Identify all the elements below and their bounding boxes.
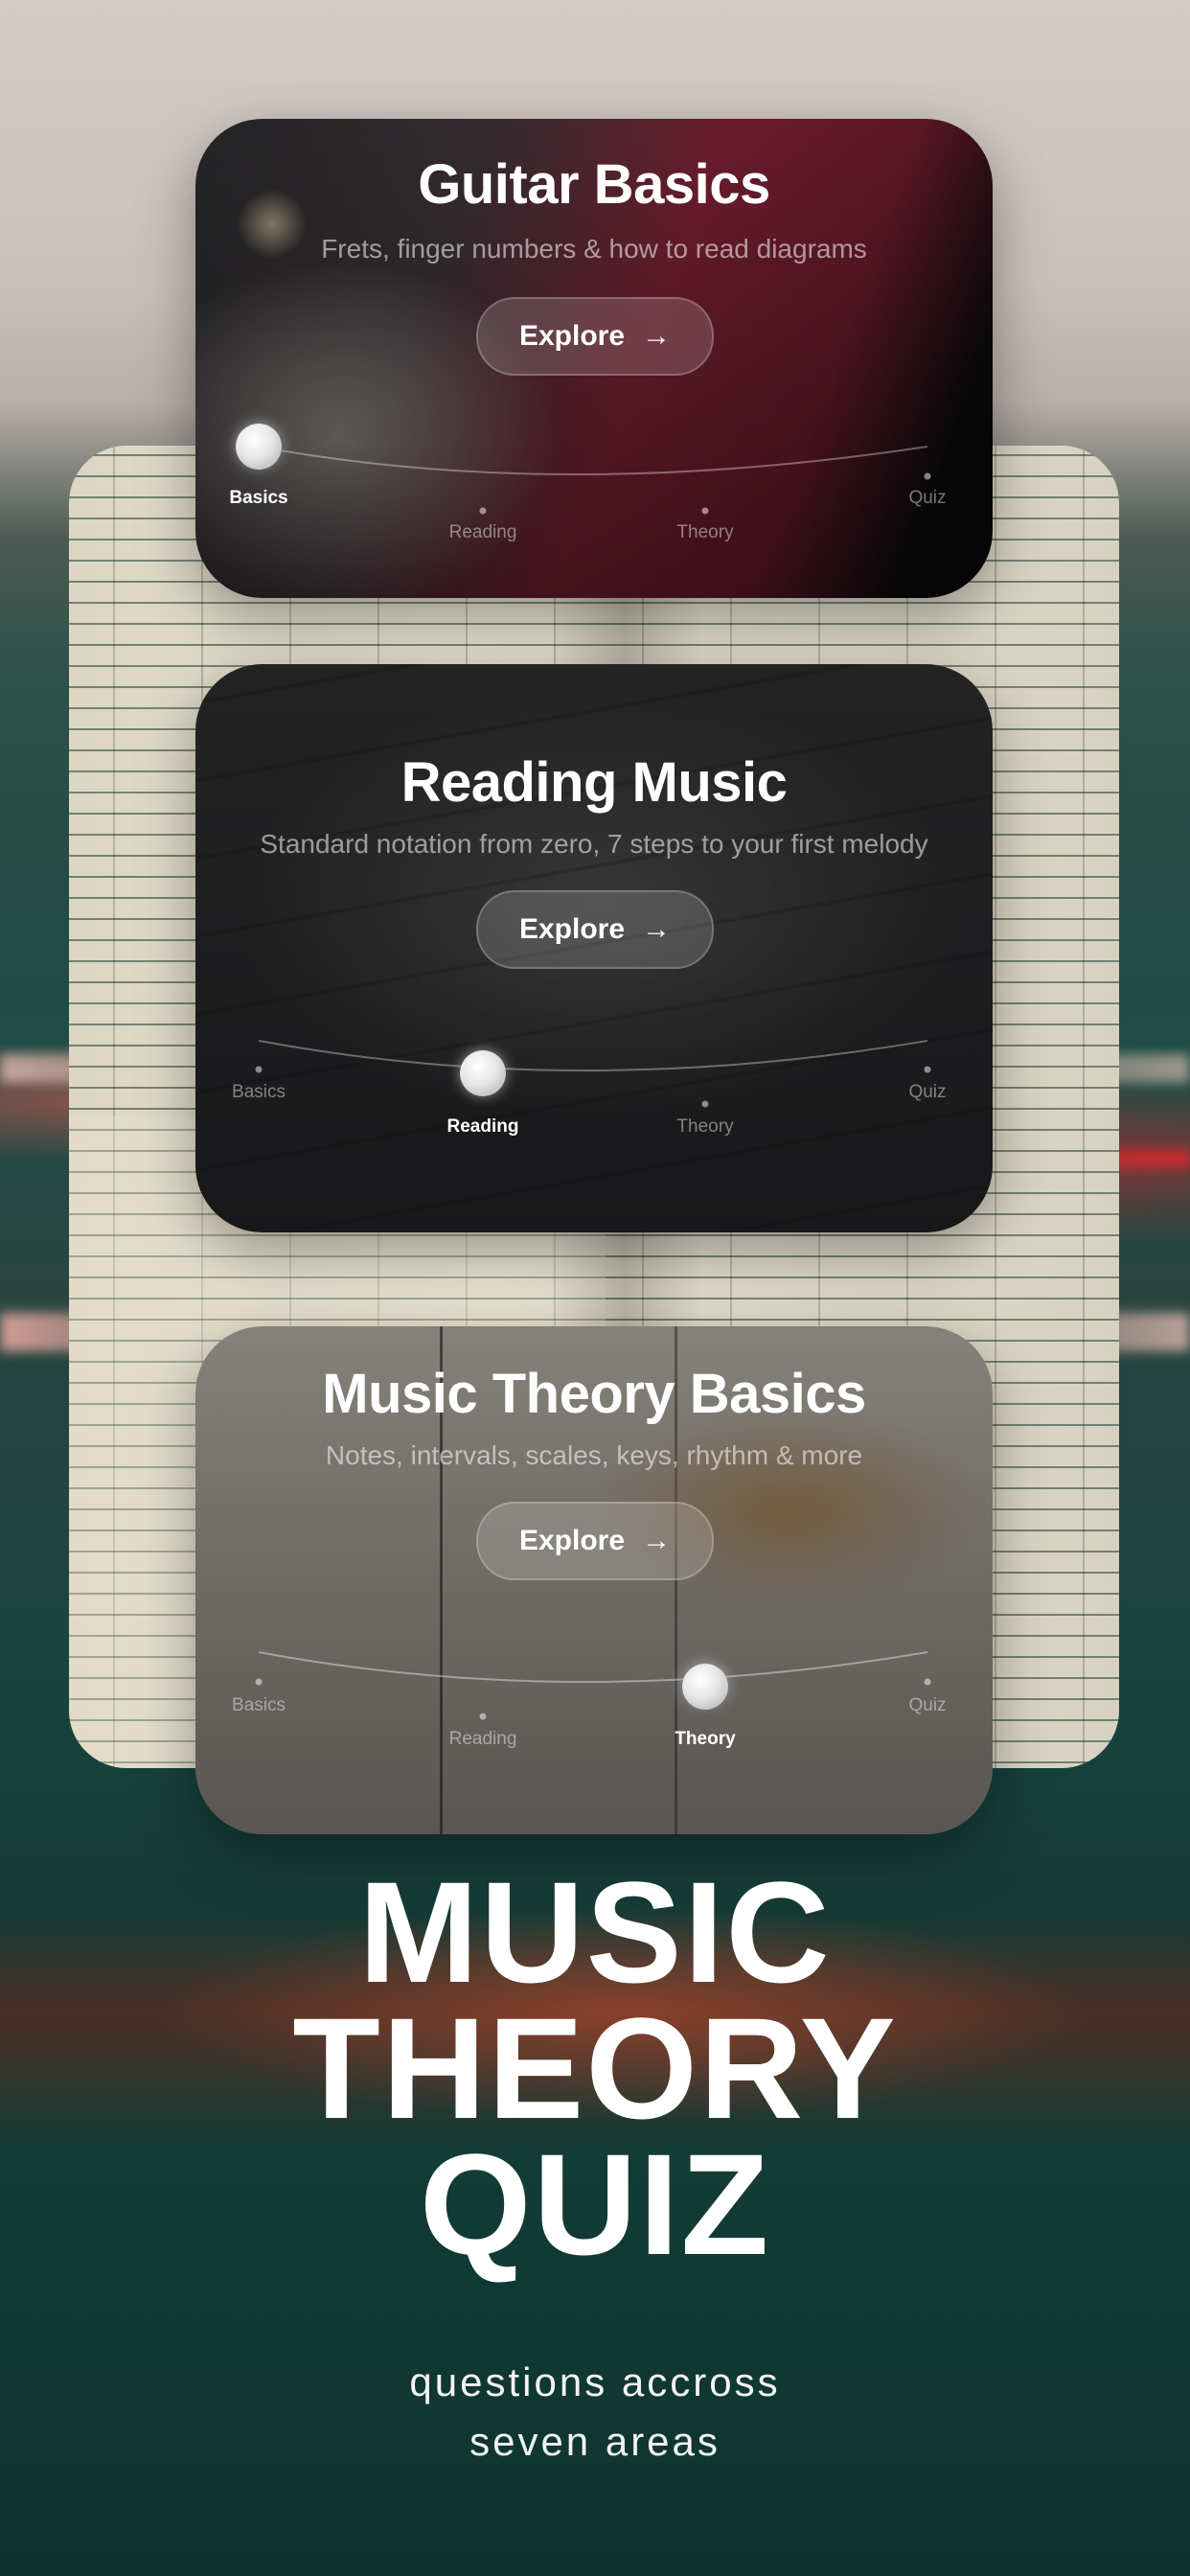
progress-knob-icon[interactable]	[236, 424, 282, 470]
stage-dot	[255, 1678, 263, 1686]
headline-line: THEORY	[292, 1988, 898, 2149]
progress-track	[258, 1040, 928, 1071]
stage-dot	[701, 1100, 709, 1108]
stage-label-basics: Basics	[232, 1695, 286, 1715]
stage-label-theory: Theory	[675, 1729, 736, 1749]
stage-label-quiz: Quiz	[908, 1695, 947, 1715]
course-card-guitar-basics[interactable]: Guitar Basics Frets, finger numbers & ho…	[195, 119, 993, 598]
stage-label-quiz: Quiz	[908, 1082, 947, 1102]
stage-label-quiz: Quiz	[908, 488, 947, 508]
tagline: questions accross seven areas	[0, 2353, 1190, 2472]
tagline-line: questions accross	[409, 2359, 781, 2404]
stage-label-basics: Basics	[232, 1082, 286, 1102]
progress-track	[258, 446, 928, 475]
stage-dot	[479, 1713, 487, 1720]
stage-dot	[924, 1678, 931, 1686]
stage-label-basics: Basics	[229, 488, 288, 508]
headline-line: MUSIC	[358, 1852, 832, 2012]
stage-label-reading: Reading	[448, 1729, 517, 1749]
course-card-music-theory-basics[interactable]: Music Theory Basics Notes, intervals, sc…	[195, 1326, 993, 1834]
stage-label-reading: Reading	[446, 1116, 519, 1137]
stage-label-reading: Reading	[448, 522, 517, 542]
stage-dot	[701, 507, 709, 515]
stage-dot	[924, 1066, 931, 1073]
app-headline: MUSIC THEORY QUIZ	[0, 1852, 1190, 2285]
stage-dot	[924, 472, 931, 480]
progress-knob-icon[interactable]	[682, 1664, 728, 1710]
stage-label-theory: Theory	[676, 1116, 734, 1137]
progress-track	[258, 1651, 928, 1683]
stage-label-theory: Theory	[676, 522, 734, 542]
headline-line: QUIZ	[419, 2124, 771, 2285]
progress-knob-icon[interactable]	[460, 1050, 506, 1096]
stage-dot	[255, 1066, 263, 1073]
tagline-line: seven areas	[469, 2419, 721, 2464]
course-card-reading-music[interactable]: Reading Music Standard notation from zer…	[195, 664, 993, 1232]
stage-dot	[479, 507, 487, 515]
